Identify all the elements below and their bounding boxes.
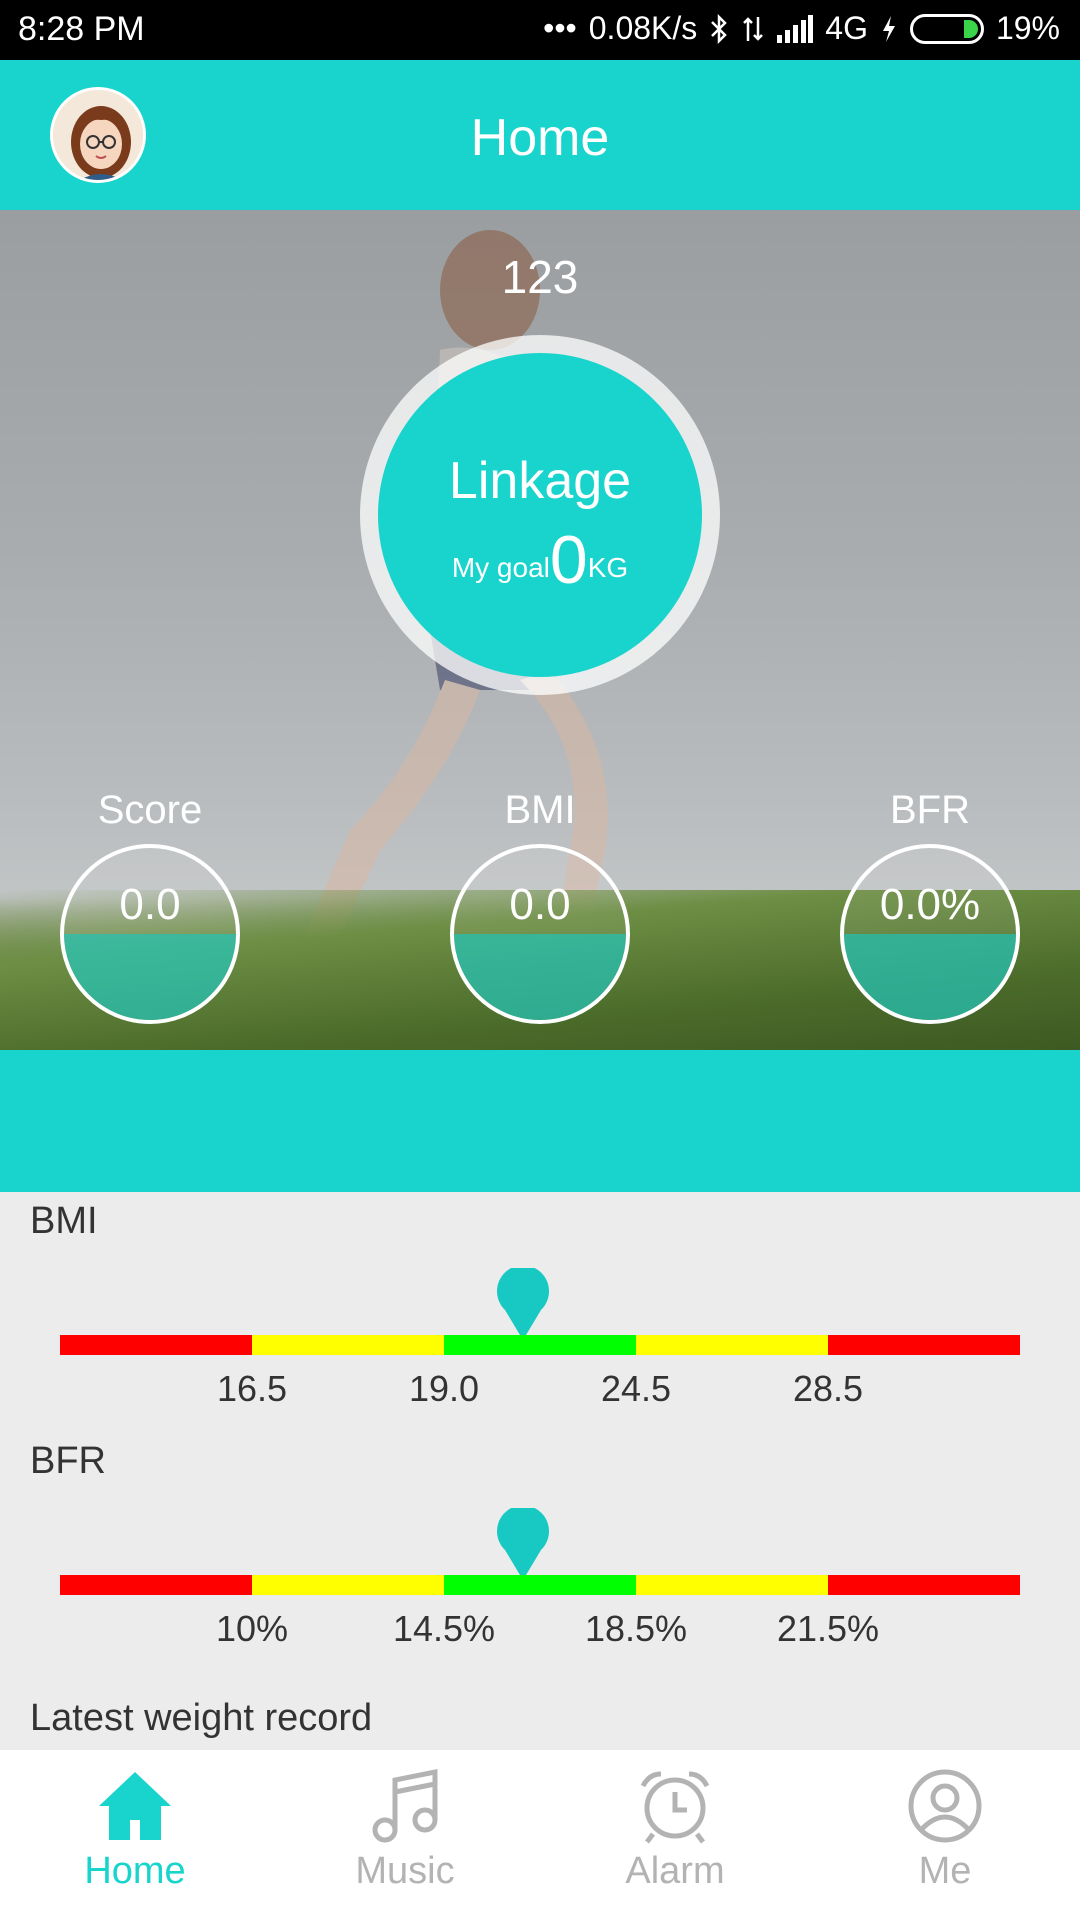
hero-section: 123 Linkage My goal0KG Score 0.0 BMI 0.0… — [0, 210, 1080, 1050]
battery-icon — [909, 13, 984, 44]
network-type: 4G — [825, 10, 868, 46]
status-bar: 8:28 PM ••• 0.08K/s 4G 19% — [0, 0, 1080, 60]
nav-music-label: Music — [355, 1850, 455, 1892]
bmi-tick: 19.0 — [408, 1368, 480, 1409]
bfr-tick: 10% — [215, 1608, 289, 1649]
alarm-icon — [640, 1771, 710, 1844]
data-transfer-icon — [741, 14, 765, 44]
nav-home[interactable]: Home — [0, 1750, 270, 1920]
person-icon — [908, 1769, 982, 1843]
signal-icon — [777, 14, 814, 43]
nav-home-label: Home — [84, 1850, 186, 1892]
app-header: Home — [0, 60, 1080, 210]
bmi-tick: 28.5 — [792, 1368, 864, 1409]
charging-icon — [880, 14, 898, 44]
bmi-seg-yellow-high — [636, 1335, 828, 1355]
bmi-scale-title: BMI — [30, 1200, 98, 1242]
bfr-seg-yellow-low — [252, 1575, 444, 1595]
bfr-fill — [844, 934, 1016, 1020]
goal-unit: KG — [587, 552, 629, 583]
cyan-band — [0, 1050, 1080, 1192]
bfr-scale-title: BFR — [30, 1440, 106, 1482]
bfr-seg-red-high — [828, 1575, 1020, 1595]
bmi-metric[interactable]: BMI 0.0 — [450, 788, 630, 1024]
page-title: Home — [470, 109, 610, 167]
top-value: 123 — [501, 251, 579, 303]
bfr-tick: 18.5% — [584, 1608, 688, 1649]
bmi-seg-red-low — [60, 1335, 252, 1355]
bfr-value: 0.0% — [879, 880, 981, 929]
bmi-label: BMI — [504, 788, 576, 832]
bmi-fill — [454, 934, 626, 1020]
nav-me[interactable]: Me — [810, 1750, 1080, 1920]
score-value: 0.0 — [119, 880, 181, 929]
bluetooth-icon — [709, 13, 729, 44]
status-right: ••• 0.08K/s 4G 19% — [543, 10, 1060, 47]
bfr-tick: 21.5% — [776, 1608, 880, 1649]
goal-value: 0 — [549, 522, 588, 598]
bmi-tick: 24.5 — [600, 1368, 672, 1409]
goal-prefix: My goal — [451, 552, 550, 583]
bmi-seg-red-high — [828, 1335, 1020, 1355]
score-metric[interactable]: Score 0.0 — [60, 788, 240, 1024]
bmi-bubble: 0.0 — [450, 844, 630, 1024]
bfr-bubble: 0.0% — [840, 844, 1020, 1024]
network-speed: 0.08K/s — [588, 10, 698, 46]
bfr-metric[interactable]: BFR 0.0% — [840, 788, 1020, 1024]
bmi-tick-labels: 16.5 19.0 24.5 28.5 — [60, 1368, 1020, 1412]
bmi-seg-green — [444, 1335, 636, 1355]
nav-music[interactable]: Music — [270, 1750, 540, 1920]
bfr-scale-bar — [60, 1575, 1020, 1595]
score-bubble: 0.0 — [60, 844, 240, 1024]
status-time: 8:28 PM — [18, 10, 145, 48]
linkage-circle: Linkage My goal0KG — [378, 353, 702, 677]
bfr-tick: 14.5% — [392, 1608, 496, 1649]
bfr-marker-icon — [496, 1508, 549, 1580]
battery-level: 19% — [995, 10, 1060, 46]
bmi-seg-yellow-low — [252, 1335, 444, 1355]
home-icon — [99, 1772, 171, 1840]
linkage-label: Linkage — [448, 452, 632, 510]
nav-alarm-label: Alarm — [625, 1850, 725, 1892]
nav-me-label: Me — [918, 1850, 972, 1892]
more-dots-icon: ••• — [543, 10, 577, 46]
music-icon — [372, 1768, 438, 1843]
bfr-seg-red-low — [60, 1575, 252, 1595]
score-fill — [64, 934, 236, 1020]
bmi-marker-icon — [496, 1268, 549, 1340]
score-label: Score — [97, 788, 203, 832]
bottom-nav: Home Music Alarm Me — [0, 1750, 1080, 1920]
bfr-seg-yellow-high — [636, 1575, 828, 1595]
bmi-value: 0.0 — [509, 880, 571, 929]
goal-text: My goal0KG — [378, 521, 702, 599]
bfr-label: BFR — [890, 788, 970, 832]
linkage-button[interactable]: Linkage My goal0KG — [360, 335, 720, 695]
bfr-seg-green — [444, 1575, 636, 1595]
bfr-tick-labels: 10% 14.5% 18.5% 21.5% — [60, 1608, 1020, 1652]
bmi-scale-bar — [60, 1335, 1020, 1355]
nav-alarm[interactable]: Alarm — [540, 1750, 810, 1920]
latest-weight-record-label: Latest weight record — [30, 1697, 373, 1739]
bmi-tick: 16.5 — [216, 1368, 288, 1409]
